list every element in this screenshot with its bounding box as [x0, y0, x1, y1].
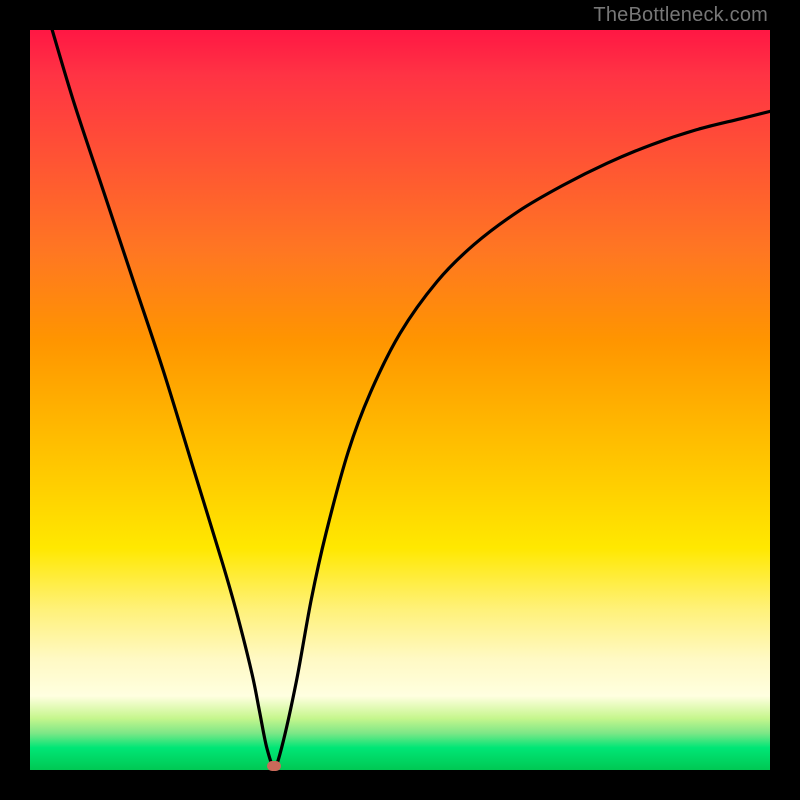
chart-container: TheBottleneck.com	[0, 0, 800, 800]
watermark-text: TheBottleneck.com	[593, 4, 768, 27]
optimal-point-marker	[267, 761, 281, 771]
bottleneck-curve	[30, 30, 770, 770]
plot-area	[30, 30, 770, 770]
